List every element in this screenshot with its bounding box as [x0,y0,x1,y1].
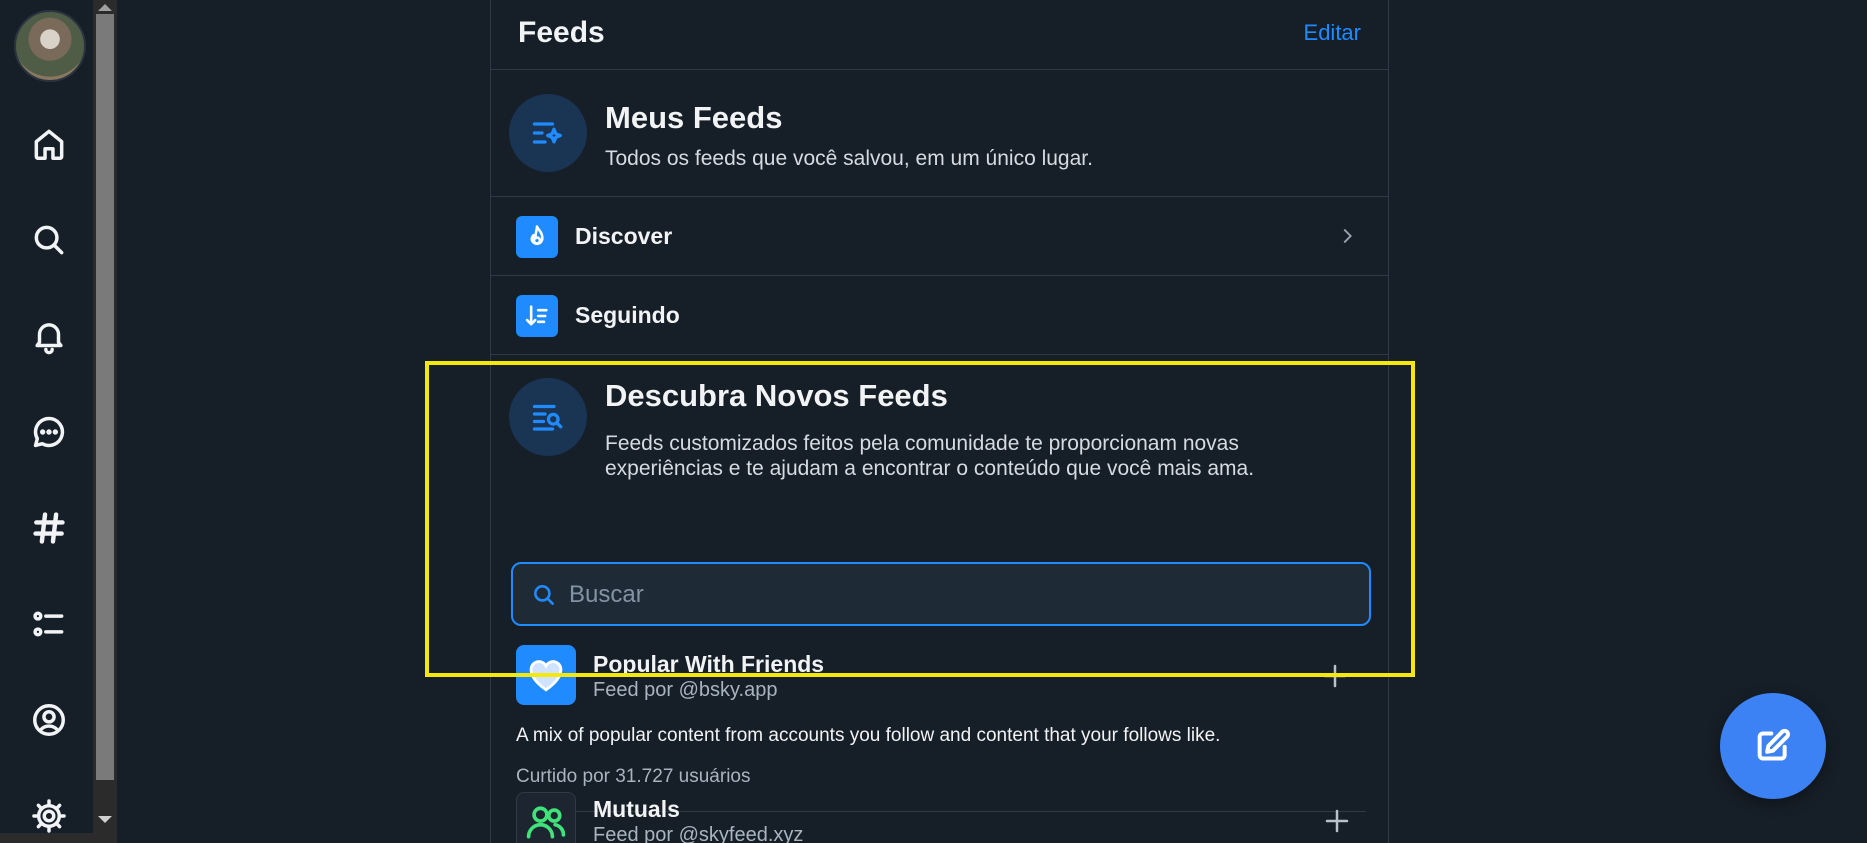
scroll-up-arrow-icon[interactable] [98,4,112,11]
feed-author: Feed por @skyfeed.xyz [593,824,804,843]
my-feeds-section: Meus Feeds Todos os feeds que você salvo… [491,70,1388,197]
feed-description: A mix of popular content from accounts y… [516,725,1221,746]
feed-name: Mutuals [593,796,680,822]
compose-icon [1757,728,1790,761]
feeds-column: Feeds Editar Meus Feeds Todos os feeds q… [490,0,1389,843]
users-icon [516,792,576,843]
user-avatar[interactable] [14,10,86,82]
heart-icon [516,645,576,705]
discover-description-line2: experiências e te ajudam a encontrar o c… [605,457,1255,480]
search-input[interactable] [569,576,1349,614]
feed-search-box[interactable] [511,562,1371,626]
nav-rail [0,0,93,843]
chevron-right-icon [1336,225,1358,247]
feed-row-discover[interactable]: Discover [491,197,1388,276]
horizontal-scrollbar[interactable] [0,833,93,843]
gear-icon[interactable] [28,795,70,837]
chat-bubble-icon[interactable] [28,411,70,453]
feed-likes: Curtido por 31.727 usuários [516,766,751,787]
search-icon[interactable] [28,219,70,261]
page-title: Feeds [518,16,605,49]
scroll-down-arrow-icon[interactable] [98,816,112,823]
feed-author: Feed por @bsky.app [593,679,778,701]
list-icon[interactable] [28,603,70,645]
profile-icon[interactable] [28,699,70,741]
add-feed-plus-icon[interactable] [1320,661,1350,691]
vertical-scrollbar[interactable] [93,0,117,843]
feed-name: Popular With Friends [593,651,825,677]
my-feeds-title: Meus Feeds [605,100,783,135]
search-icon [534,585,554,605]
scroll-thumb[interactable] [96,14,114,780]
hashtag-icon[interactable] [28,507,70,549]
bell-icon[interactable] [28,315,70,357]
my-feeds-description: Todos os feeds que você salvou, em um ún… [605,147,1093,170]
feed-row-label: Seguindo [575,302,680,328]
compose-button[interactable] [1720,693,1826,799]
edit-button[interactable]: Editar [1304,20,1361,46]
add-feed-plus-icon[interactable] [1322,806,1352,836]
feed-row-following[interactable]: Seguindo [491,276,1388,355]
sort-list-icon [516,295,558,337]
discover-section: Descubra Novos Feeds Feeds customizados … [491,355,1388,645]
discover-description-line1: Feeds customizados feitos pela comunidad… [605,432,1239,455]
page-header: Feeds Editar [491,0,1388,70]
home-icon[interactable] [28,123,70,165]
discover-title: Descubra Novos Feeds [605,378,948,413]
feed-row-label: Discover [575,223,673,249]
feed-sparkle-icon [509,94,587,172]
flame-icon [516,216,558,258]
list-search-icon [509,378,587,456]
